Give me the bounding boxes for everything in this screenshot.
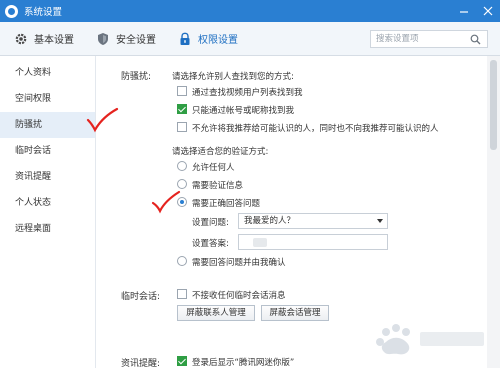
checkbox-label: 登录后显示“腾讯网迷你版” (192, 358, 295, 368)
question-value: 我最爱的人？ (244, 216, 296, 226)
find-prompt: 请选择允许别人查找到您的方式: (172, 72, 294, 82)
section-label-harassment: 防骚扰: (121, 72, 152, 82)
settings-sidebar: 个人资料 空间权限 防骚扰 临时会话 资讯提醒 个人状态 远程桌面 (0, 56, 96, 368)
minimize-icon (460, 11, 468, 13)
title-bar: 系统设置 (0, 0, 500, 22)
block-contacts-button[interactable]: 屏蔽联系人管理 (177, 305, 255, 321)
checkbox-video-list[interactable] (177, 86, 187, 96)
close-button[interactable] (476, 0, 500, 22)
question-label: 设置问题: (192, 218, 229, 228)
tab-security-settings[interactable]: 安全设置 (88, 22, 164, 56)
scroll-thumb[interactable] (490, 60, 497, 150)
minimize-button[interactable] (452, 0, 476, 22)
app-logo-icon (5, 4, 18, 18)
tab-permission-settings[interactable]: 权限设置 (170, 22, 246, 56)
search-input[interactable] (371, 31, 467, 47)
shield-icon (96, 32, 110, 46)
radio-answer-and-confirm[interactable] (177, 256, 187, 266)
window-title: 系统设置 (24, 7, 63, 18)
tab-basic-settings[interactable]: 基本设置 (6, 22, 82, 56)
sidebar-item-profile[interactable]: 个人资料 (0, 60, 95, 86)
gear-icon (14, 32, 28, 46)
search-icon[interactable] (467, 31, 483, 47)
sidebar-item-remote-desktop[interactable]: 远程桌面 (0, 216, 95, 242)
annotation-checkmark-sidebar (86, 107, 119, 133)
radio-label: 需要回答问题并由我确认 (192, 258, 286, 268)
radio-label: 允许任何人 (192, 163, 235, 173)
answer-input[interactable] (238, 234, 388, 250)
close-icon (483, 6, 493, 16)
checkbox-account-nickname[interactable] (177, 104, 187, 114)
tab-label: 权限设置 (198, 35, 238, 46)
sidebar-item-space-permission[interactable]: 空间权限 (0, 86, 95, 112)
checkbox-reject-temp-session[interactable] (177, 289, 187, 299)
sidebar-item-temp-session[interactable]: 临时会话 (0, 138, 95, 164)
tab-label: 基本设置 (34, 35, 74, 46)
sidebar-item-news-reminder[interactable]: 资讯提醒 (0, 164, 95, 190)
chevron-down-icon (377, 219, 383, 223)
sidebar-item-anti-harassment[interactable]: 防骚扰 (0, 112, 95, 138)
section-label-news: 资讯提醒: (121, 359, 161, 368)
answer-label: 设置答案: (192, 239, 229, 249)
baidu-jingyan-watermark (376, 324, 484, 355)
checkbox-label: 不接收任何临时会话消息 (192, 291, 286, 301)
question-select[interactable]: 我最爱的人？ (238, 213, 388, 229)
settings-search[interactable] (370, 30, 488, 48)
verify-prompt: 请选择适合您的验证方式: (172, 147, 269, 157)
window-controls (452, 0, 500, 22)
checkbox-show-mini-news[interactable] (177, 356, 187, 366)
tab-label: 安全设置 (116, 35, 156, 46)
checkbox-label: 不允许将我推荐给可能认识的人，同时也不向我推荐可能认识的人 (192, 124, 439, 134)
checkbox-no-recommend[interactable] (177, 122, 187, 132)
checkbox-label: 通过查找视频用户列表找到我 (192, 88, 303, 98)
block-sessions-button[interactable]: 屏蔽会话管理 (261, 305, 329, 321)
annotation-checkmark-option (151, 190, 181, 214)
radio-label: 需要验证信息 (192, 181, 244, 191)
answer-redacted (253, 238, 267, 247)
radio-verify-message[interactable] (177, 179, 187, 189)
lock-icon (178, 32, 192, 46)
radio-label: 需要正确回答问题 (192, 199, 261, 209)
checkbox-label: 只能通过帐号或昵称找到我 (192, 106, 295, 116)
radio-allow-anyone[interactable] (177, 161, 187, 171)
sidebar-item-personal-status[interactable]: 个人状态 (0, 190, 95, 216)
section-label-temp-session: 临时会话: (121, 292, 161, 302)
